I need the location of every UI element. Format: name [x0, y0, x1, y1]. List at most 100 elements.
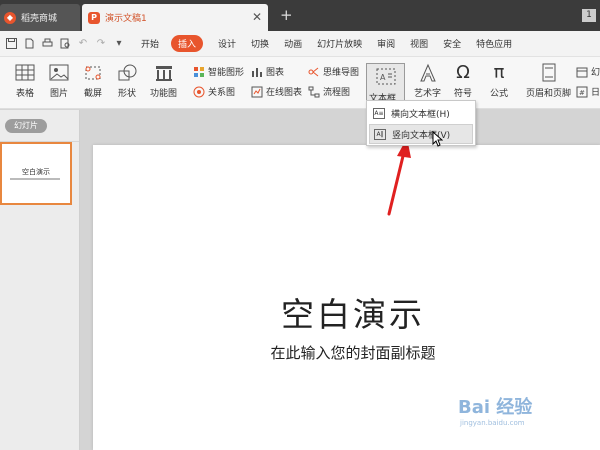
header-footer-icon [542, 63, 555, 82]
menu-security[interactable]: 安全 [443, 37, 461, 50]
formula-label: 公式 [489, 89, 508, 99]
print-icon[interactable] [40, 37, 54, 51]
save-icon[interactable] [4, 37, 18, 51]
mind-map-label: 思维导图 [323, 68, 360, 78]
calendar-icon [576, 67, 588, 77]
table-icon [15, 64, 35, 81]
flow-chart-label: 流程图 [323, 88, 351, 98]
thumbnail-title: 空白演示 [22, 168, 50, 176]
picture-button[interactable]: 图片 [48, 63, 70, 99]
close-tab-icon[interactable]: ✕ [252, 10, 262, 24]
new-tab-button[interactable]: + [280, 6, 293, 24]
customize-icon[interactable]: ▾ [112, 37, 126, 51]
tab-document-label: 演示文稿1 [105, 14, 147, 24]
shape-label: 形状 [117, 89, 136, 99]
formula-button[interactable]: π 公式 [488, 62, 510, 100]
mind-map-button[interactable]: 思维导图 [308, 65, 359, 78]
svg-text:A: A [380, 73, 386, 82]
tab-store[interactable]: ◆ 稻壳商城 [0, 4, 80, 31]
screenshot-icon [85, 66, 101, 80]
flow-chart-button[interactable]: 流程图 [308, 85, 350, 98]
menu-insert[interactable]: 插入 [171, 35, 204, 52]
textbox-dropdown-menu: A≡ 横向文本框(H) A‖ 竖向文本框(V) [366, 100, 476, 147]
menu-animation[interactable]: 动画 [284, 37, 302, 50]
presentation-doc-icon: P [88, 11, 100, 24]
store-logo-icon: ◆ [4, 11, 16, 24]
smart-graphic-icon [194, 66, 204, 77]
online-chart-icon [251, 86, 263, 97]
shape-icon [118, 64, 137, 81]
mouse-cursor-icon [432, 131, 443, 147]
textbox-icon: A [376, 68, 396, 85]
tab-store-label: 稻壳商城 [21, 14, 58, 24]
smart-graphic-button[interactable]: 智能图形 [193, 65, 244, 78]
window-count-badge[interactable]: 1 [582, 9, 596, 22]
table-label: 表格 [15, 89, 34, 99]
online-chart-button[interactable]: 在线图表 [251, 85, 302, 98]
menu-bar: ↶ ↷ ▾ 开始 插入 设计 切换 动画 幻灯片放映 审阅 视图 安全 特色应用 [0, 31, 600, 57]
horizontal-textbox-icon: A≡ [373, 107, 385, 119]
picture-icon [49, 64, 69, 81]
art-text-icon [419, 63, 436, 82]
screenshot-button[interactable]: 截屏 [82, 63, 104, 99]
shape-button[interactable]: 形状 [116, 63, 138, 99]
screenshot-label: 截屏 [83, 89, 102, 99]
menu-start[interactable]: 开始 [141, 37, 159, 50]
pi-icon: π [493, 62, 505, 83]
menu-special-apps[interactable]: 特色应用 [476, 37, 512, 50]
art-text-button[interactable]: 艺术字 [414, 63, 441, 99]
chart-button[interactable]: 图表 [251, 65, 284, 78]
relation-chart-button[interactable]: 关系图 [193, 85, 235, 98]
baidu-jingyan-watermark: Bai 经验 jingyan.baidu.com [458, 393, 598, 443]
bar-chart-icon [252, 67, 262, 77]
redo-icon[interactable]: ↷ [94, 37, 108, 51]
mind-map-icon [308, 67, 319, 76]
menu-design[interactable]: 设计 [218, 37, 236, 50]
smart-graphic-label: 智能图形 [208, 68, 245, 78]
print-preview-icon[interactable] [58, 37, 72, 51]
table-button[interactable]: 表格 [14, 63, 36, 99]
function-chart-icon [155, 66, 172, 81]
ribbon-insert: 表格 图片 截屏 形状 功能图 智能图形 关系图 图表 在线图表 思维导图 流程… [0, 57, 600, 109]
symbol-label: 符号 [453, 89, 472, 99]
slide-number-icon: # [576, 86, 588, 97]
relation-chart-icon [193, 86, 205, 97]
chart-label: 图表 [266, 68, 285, 78]
slide-number-label: 日 [591, 88, 600, 98]
omega-icon: Ω [456, 62, 470, 83]
watermark-logo-text: Bai 经验 [458, 397, 533, 418]
slide-thumbnail[interactable]: 空白演示 [0, 142, 72, 205]
menu-review[interactable]: 审阅 [377, 37, 395, 50]
title-bar: ◆ 稻壳商城 P 演示文稿1 ✕ + 1 [0, 0, 600, 31]
vertical-textbox-item[interactable]: A‖ 竖向文本框(V) [369, 124, 473, 147]
vertical-textbox-icon: A‖ [374, 128, 386, 140]
slide-number-button[interactable]: # 日 [576, 85, 600, 98]
header-footer-button[interactable]: 页眉和页脚 [526, 63, 571, 99]
online-chart-label: 在线图表 [266, 88, 303, 98]
function-chart-label: 功能图 [150, 89, 178, 99]
export-pdf-icon[interactable] [22, 37, 36, 51]
svg-text:#: # [579, 89, 585, 97]
date-button[interactable]: 幻 [576, 65, 600, 78]
relation-chart-label: 关系图 [208, 88, 236, 98]
art-text-label: 艺术字 [414, 89, 442, 99]
date-label: 幻 [591, 68, 600, 78]
menu-slideshow[interactable]: 幻灯片放映 [317, 37, 362, 50]
function-chart-button[interactable]: 功能图 [150, 63, 177, 99]
header-footer-label: 页眉和页脚 [526, 89, 572, 99]
slides-tab[interactable]: 幻灯片 [5, 119, 47, 133]
horizontal-textbox-item[interactable]: A≡ 横向文本框(H) [369, 103, 473, 123]
menu-transition[interactable]: 切换 [251, 37, 269, 50]
menu-view[interactable]: 视图 [410, 37, 428, 50]
slide-title[interactable]: 空白演示 [193, 288, 513, 336]
flow-chart-icon [308, 86, 320, 97]
undo-icon[interactable]: ↶ [76, 37, 90, 51]
tab-document[interactable]: P 演示文稿1 ✕ [82, 4, 268, 31]
symbol-button[interactable]: Ω 符号 [452, 62, 474, 100]
textbox-button[interactable]: A 文本框 [366, 63, 405, 105]
thumbnail-subtitle-placeholder [10, 178, 60, 180]
slide-subtitle[interactable]: 在此输入您的封面副标题 [193, 342, 513, 363]
picture-label: 图片 [49, 89, 68, 99]
horizontal-textbox-label: 横向文本框(H) [391, 109, 450, 120]
watermark-url: jingyan.baidu.com [460, 419, 525, 427]
